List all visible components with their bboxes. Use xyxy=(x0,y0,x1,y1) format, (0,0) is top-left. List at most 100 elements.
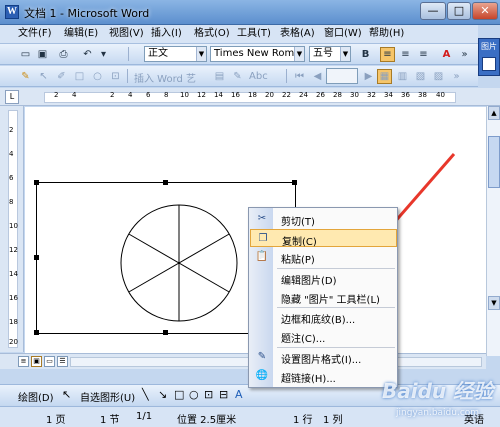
new-document-icon[interactable]: ▭ xyxy=(18,47,33,62)
rotate-icon[interactable]: ▨ xyxy=(431,69,446,84)
web-view-icon[interactable]: ▣ xyxy=(31,356,42,367)
drawing-canvas-icon[interactable]: ✎ xyxy=(18,69,33,84)
oval-icon[interactable]: ○ xyxy=(90,69,105,84)
menu-item-paste[interactable]: 📋 粘贴(P) xyxy=(250,248,397,266)
menu-item-copy[interactable]: ❐ 复制(C) xyxy=(250,229,397,248)
ruler-tick: 6 xyxy=(146,91,151,99)
pie-drawing xyxy=(120,204,238,322)
toolbar-options-icon[interactable]: » xyxy=(449,69,464,84)
menu-item-hide-picture-toolbar[interactable]: 隐藏 "图片" 工具栏(L) xyxy=(250,288,397,306)
line-icon[interactable]: ╲ xyxy=(142,389,149,401)
vertical-ruler[interactable]: 2 4 6 8 10 12 14 16 18 20 xyxy=(0,106,24,352)
scroll-up-icon[interactable]: ▲ xyxy=(488,106,500,120)
menu-tools[interactable]: 工具(T) xyxy=(237,27,271,41)
menu-help[interactable]: 帮助(H) xyxy=(369,27,404,41)
first-page-icon[interactable]: ⏮ xyxy=(292,69,307,84)
resize-handle[interactable] xyxy=(34,180,39,185)
normal-view-icon[interactable]: ≡ xyxy=(18,356,29,367)
menu-item-cut[interactable]: ✂ 剪切(T) xyxy=(250,210,397,228)
word-app-icon[interactable]: W xyxy=(5,5,19,19)
menu-item-caption[interactable]: 题注(C)... xyxy=(250,327,397,345)
menu-view[interactable]: 视图(V) xyxy=(109,27,144,41)
wordart-shape-icon[interactable]: Abc xyxy=(248,69,268,84)
resize-handle[interactable] xyxy=(292,180,297,185)
rectangle-icon[interactable]: □ xyxy=(174,389,184,401)
style-select[interactable]: 正文 ▼ xyxy=(144,46,207,62)
pen-icon[interactable]: ✐ xyxy=(54,69,69,84)
maximize-button[interactable]: □ xyxy=(447,2,471,20)
picture-toolbar[interactable]: 图片 xyxy=(478,38,500,76)
select-objects-icon[interactable]: ↖ xyxy=(62,389,71,401)
textbox-icon[interactable]: ⊡ xyxy=(204,389,213,401)
insert-wordart-button[interactable]: 插入 Word 艺 xyxy=(134,70,196,85)
scroll-down-icon[interactable]: ▼ xyxy=(488,296,500,310)
align-left-icon[interactable]: ≡ xyxy=(380,47,395,62)
print-view-icon[interactable]: ▭ xyxy=(44,356,55,367)
bold-button[interactable]: B xyxy=(358,47,373,62)
resize-handle[interactable] xyxy=(34,330,39,335)
font-select[interactable]: Times New Roman ▼ xyxy=(210,46,305,62)
tab-selector-icon[interactable]: L xyxy=(5,90,19,104)
scissors-icon: ✂ xyxy=(257,213,267,224)
wordart-gallery-icon[interactable]: ▤ xyxy=(212,69,227,84)
print-preview-icon[interactable]: ⎙ xyxy=(56,47,71,62)
vertical-scrollbar[interactable]: ▲ ▼ xyxy=(486,106,500,356)
menu-item-hyperlink[interactable]: 🌐 超链接(H)... xyxy=(250,367,397,385)
ruler-tick: 10 xyxy=(9,222,18,230)
arrow-icon[interactable]: ↘ xyxy=(158,389,167,401)
square-icon[interactable]: □ xyxy=(72,69,87,84)
undo-icon[interactable]: ↶ xyxy=(80,47,95,62)
autoshapes-menu[interactable]: 自选图形(U) xyxy=(80,389,135,404)
wordart-format-icon[interactable]: ✎ xyxy=(230,69,245,84)
textbox-icon[interactable]: ⊡ xyxy=(108,69,123,84)
font-color-icon[interactable]: A xyxy=(439,47,454,62)
toolbar-options-icon[interactable]: » xyxy=(457,47,472,62)
save-icon[interactable]: ▣ xyxy=(35,47,50,62)
draw-menu[interactable]: 绘图(D) xyxy=(18,389,54,404)
horizontal-ruler[interactable]: L 2 4 2 4 6 8 10 12 14 16 18 20 22 24 26… xyxy=(0,88,500,106)
group-icon[interactable]: ▧ xyxy=(413,69,428,84)
picture-edit-toolbar: ✎ ↖ ✐ □ ○ ⊡ 插入 Word 艺 ▤ ✎ Abc ⏮ ◀ ▶ ▦ ▥ … xyxy=(0,66,478,87)
resize-handle[interactable] xyxy=(34,255,39,260)
toolbar-separator xyxy=(127,69,128,83)
oval-icon[interactable]: ○ xyxy=(189,389,199,401)
menu-window[interactable]: 窗口(W) xyxy=(324,27,362,41)
outline-view-icon[interactable]: ☰ xyxy=(57,356,68,367)
font-value: Times New Roman xyxy=(214,48,305,59)
align-right-icon[interactable]: ≡ xyxy=(416,47,431,62)
menu-format[interactable]: 格式(O) xyxy=(194,27,230,41)
chevron-down-icon[interactable]: ▼ xyxy=(294,47,304,61)
picture-toolbar-label: 图片 xyxy=(481,42,497,51)
watermark: Baidu 经验 jingyan.baidu.com xyxy=(382,375,500,425)
menu-item-edit-picture[interactable]: 编辑图片(D) xyxy=(250,269,397,287)
insert-picture-icon[interactable] xyxy=(482,57,496,71)
chevron-down-icon[interactable]: ▼ xyxy=(340,47,350,61)
vertical-textbox-icon[interactable]: ⊟ xyxy=(219,389,228,401)
ruler-tick: 16 xyxy=(9,294,18,302)
font-size-select[interactable]: 五号 ▼ xyxy=(309,46,351,62)
minimize-button[interactable]: — xyxy=(420,2,446,20)
close-button[interactable]: ✕ xyxy=(472,2,498,20)
undo-dropdown-icon[interactable]: ▾ xyxy=(96,47,111,62)
title-bar[interactable]: W 文档 1 - Microsoft Word — □ ✕ xyxy=(0,0,500,25)
next-page-icon[interactable]: ▶ xyxy=(361,69,376,84)
previous-page-icon[interactable]: ◀ xyxy=(310,69,325,84)
menu-item-format-picture[interactable]: ✎ 设置图片格式(I)... xyxy=(250,348,397,366)
cursor-icon[interactable]: ↖ xyxy=(36,69,51,84)
resize-handle[interactable] xyxy=(163,180,168,185)
menu-insert[interactable]: 插入(I) xyxy=(151,27,182,41)
ruler-tick: 4 xyxy=(9,150,14,158)
menu-file[interactable]: 文件(F) xyxy=(18,27,52,41)
align-center-icon[interactable]: ≡ xyxy=(398,47,413,62)
menu-edit[interactable]: 编辑(E) xyxy=(64,27,98,41)
scroll-thumb[interactable] xyxy=(488,136,500,188)
resize-handle[interactable] xyxy=(163,330,168,335)
page-number-field[interactable] xyxy=(326,68,358,84)
chevron-down-icon[interactable]: ▼ xyxy=(196,47,206,61)
align-shapes-icon[interactable]: ▥ xyxy=(395,69,410,84)
menu-table[interactable]: 表格(A) xyxy=(280,27,315,41)
ruler-tick: 18 xyxy=(9,318,18,326)
wordart-icon[interactable]: A xyxy=(235,389,243,401)
menu-item-borders-shading[interactable]: 边框和底纹(B)... xyxy=(250,308,397,326)
picture-layout-icon[interactable]: ▦ xyxy=(377,69,392,84)
